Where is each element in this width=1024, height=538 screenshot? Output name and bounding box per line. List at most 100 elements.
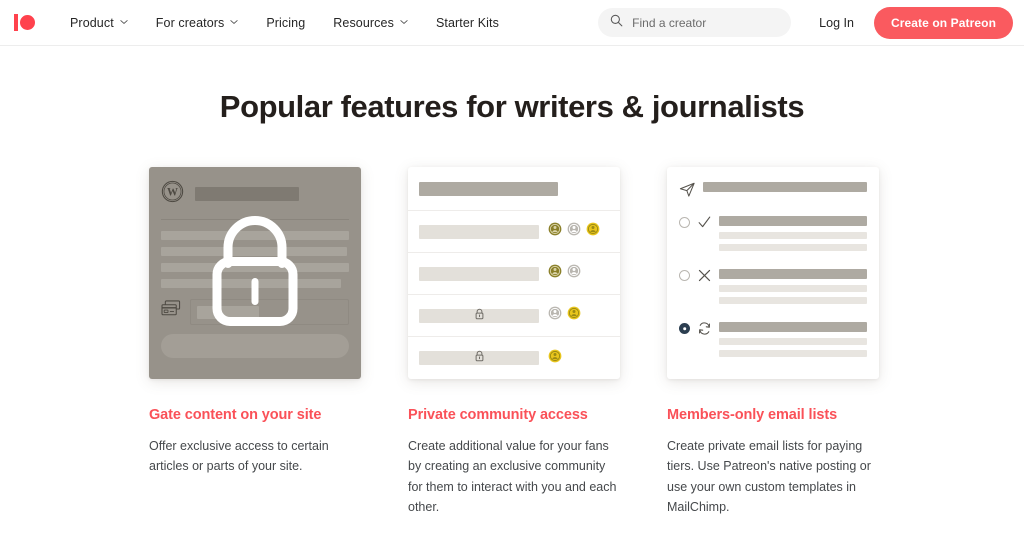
radio-button-selected[interactable] (679, 323, 690, 334)
illus-text-line (161, 279, 342, 288)
card-body: Create additional value for your fans by… (408, 439, 617, 514)
illus-divider (161, 219, 349, 220)
illus-member-badges (548, 222, 600, 241)
member-avatar-olive-icon (548, 222, 562, 241)
nav-item-label: For creators (155, 15, 225, 30)
illustration-email-list (667, 167, 879, 379)
card-body: Offer exclusive access to certain articl… (149, 439, 329, 474)
illus-email-lines (703, 182, 867, 198)
illus-member-badges (548, 306, 581, 325)
radio-button[interactable] (679, 270, 690, 281)
card-title: Private community access (408, 407, 588, 423)
feature-cards: W Gate content on your site Offer exclus… (0, 167, 1024, 517)
illus-email-lines (719, 322, 867, 362)
nav-item-resources[interactable]: Resources (319, 10, 422, 36)
member-avatar-gold-icon (567, 306, 581, 325)
illustration-gated-article: W (149, 167, 361, 379)
nav-item-for-creators[interactable]: For creators (142, 10, 253, 36)
check-icon (697, 215, 712, 235)
nav-item-pricing[interactable]: Pricing (252, 10, 319, 36)
illus-text-line (161, 247, 348, 256)
nav-item-starter-kits[interactable]: Starter Kits (422, 10, 513, 36)
card-title: Gate content on your site (149, 407, 322, 423)
login-link[interactable]: Log In (805, 8, 868, 38)
illus-email-row-rejected (679, 269, 867, 309)
feature-card-gate-content: W Gate content on your site Offer exclus… (149, 167, 361, 517)
main-nav: Product For creators Pricing Resources S… (56, 10, 513, 36)
illus-subject-bar (703, 182, 867, 192)
close-x-icon (697, 268, 712, 288)
member-avatar-olive-icon (548, 264, 562, 283)
member-avatar-gray-icon (548, 306, 562, 325)
sync-icon (697, 321, 712, 341)
chevron-down-icon (230, 18, 238, 26)
illus-list-row (408, 253, 620, 295)
illus-list-row (408, 211, 620, 253)
illus-preview-line (719, 350, 867, 357)
member-avatar-gold-icon (586, 222, 600, 241)
illus-row-bar (419, 224, 539, 239)
illus-submit-button (161, 334, 349, 358)
search-input[interactable] (632, 15, 780, 30)
member-avatar-gray-icon (567, 222, 581, 241)
patreon-logo[interactable] (14, 14, 35, 31)
illus-row-bar (419, 349, 539, 367)
chevron-down-icon (400, 18, 408, 26)
illus-preview-line (719, 244, 867, 251)
illus-row-bar (419, 307, 539, 325)
illus-row-bar (419, 266, 539, 281)
card-title: Members-only email lists (667, 407, 838, 423)
illus-email-row-sync (679, 322, 867, 362)
illus-preview-line (719, 338, 867, 345)
illus-subject-bar (719, 322, 867, 332)
illus-list-row-locked (408, 337, 620, 379)
illus-subject-bar (719, 269, 867, 279)
logo-circle-icon (20, 15, 35, 30)
member-avatar-gray-icon (567, 264, 581, 283)
illus-preview-line (719, 285, 867, 292)
illus-preview-line (719, 297, 867, 304)
paper-plane-icon (679, 181, 696, 203)
illus-title-bar (195, 187, 299, 201)
nav-item-label: Pricing (266, 15, 306, 30)
illus-subject-bar (719, 216, 867, 226)
chevron-down-icon (120, 18, 128, 26)
illus-header-bar (419, 181, 558, 196)
logo-bar-icon (14, 14, 18, 31)
lock-small-icon (474, 349, 485, 367)
illus-text-line (161, 231, 349, 240)
nav-item-label: Product (70, 15, 114, 30)
site-header: Product For creators Pricing Resources S… (0, 0, 1024, 46)
create-on-patreon-button[interactable]: Create on Patreon (873, 6, 1013, 39)
illus-header-row: W (161, 180, 349, 208)
illus-input-box (190, 299, 349, 325)
illus-input-fill (197, 305, 259, 319)
illus-member-badges (548, 349, 562, 368)
credit-card-icon (161, 300, 182, 324)
illustration-member-list (408, 167, 620, 379)
nav-item-label: Starter Kits (435, 15, 499, 30)
main-content: Popular features for writers & journalis… (0, 46, 1024, 517)
illus-list-row-locked (408, 295, 620, 337)
member-avatar-gold-icon (548, 349, 562, 368)
illus-email-lines (719, 269, 867, 309)
card-body: Create private email lists for paying ti… (667, 439, 871, 514)
nav-item-label: Resources (333, 15, 394, 30)
page-title: Popular features for writers & journalis… (219, 89, 805, 124)
search-box[interactable] (598, 8, 792, 37)
wordpress-icon: W (161, 180, 184, 208)
svg-text:W: W (167, 187, 178, 199)
illus-preview-line (719, 232, 867, 239)
lock-small-icon (474, 307, 485, 325)
illus-member-badges (548, 264, 581, 283)
nav-item-product[interactable]: Product (56, 10, 142, 36)
illus-payment-row (161, 299, 349, 325)
illus-text-line (161, 263, 349, 272)
feature-card-private-community: Private community access Create addition… (408, 167, 620, 517)
header-actions: Log In Create on Patreon (598, 6, 1013, 39)
illus-email-lines (719, 216, 867, 256)
radio-button[interactable] (679, 217, 690, 228)
illus-email-row-approved (679, 216, 867, 256)
illus-list-header (408, 167, 620, 211)
feature-card-email-lists: Members-only email lists Create private … (667, 167, 879, 517)
